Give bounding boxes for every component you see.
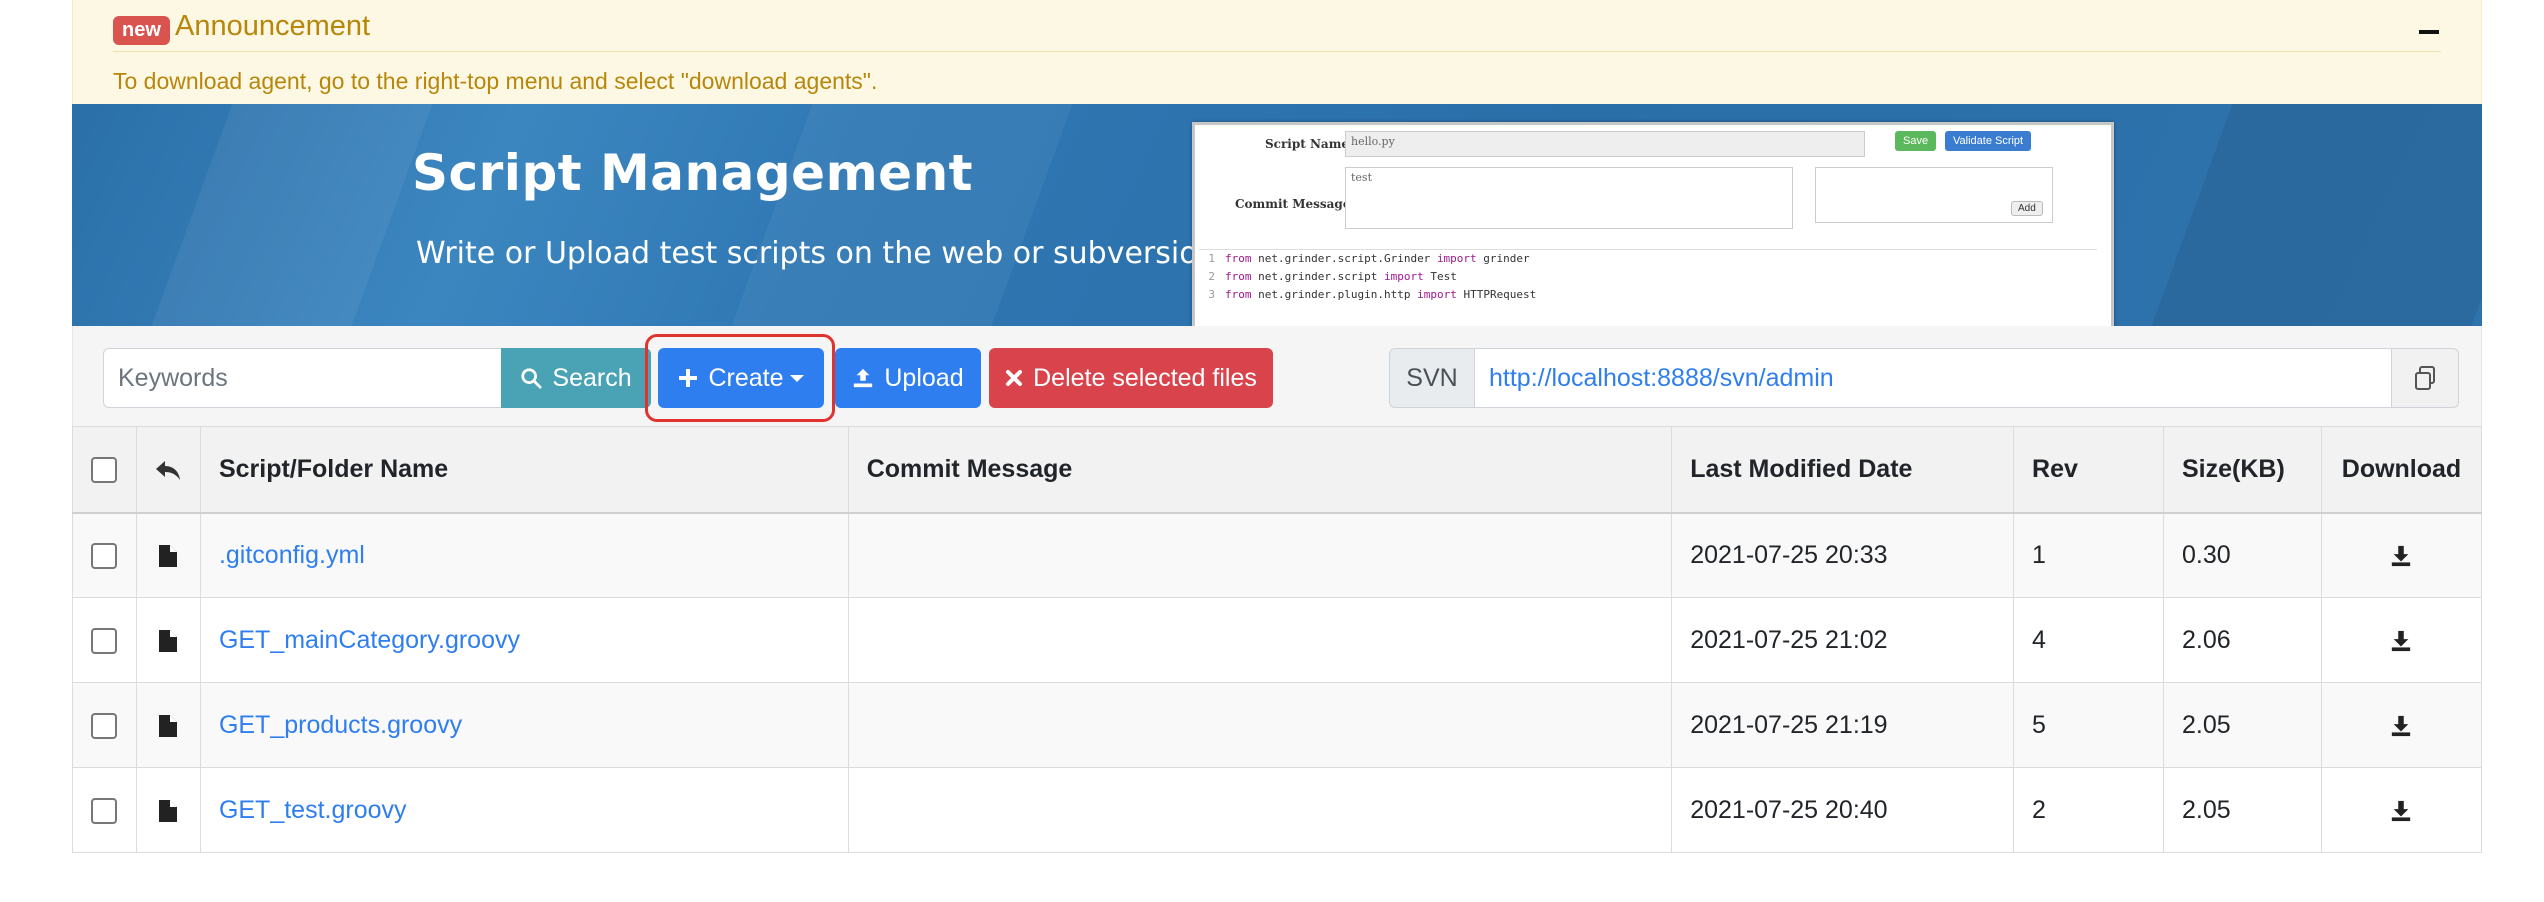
rev-cell: 4 [2013, 597, 2164, 683]
plus-icon [679, 369, 698, 387]
search-button[interactable]: Search [501, 348, 651, 408]
download-icon[interactable] [2390, 545, 2412, 567]
rev-cell: 1 [2013, 512, 2164, 598]
download-icon[interactable] [2390, 630, 2412, 652]
date-cell: 2021-07-25 21:02 [1671, 597, 2015, 683]
script-toolbar: Search Create Upload Delete selected fil… [72, 326, 2482, 426]
select-all-cell [72, 426, 137, 514]
mock-validate-button: Validate Script [1945, 131, 2032, 151]
announcement-panel: new Announcement To download agent, go t… [72, 0, 2482, 104]
svn-label: SVN [1389, 348, 1475, 408]
size-cell: 2.05 [2162, 682, 2322, 768]
row-checkbox[interactable] [91, 712, 118, 739]
header-script-name[interactable]: Script/Folder Name [199, 426, 849, 514]
copy-url-button[interactable] [2391, 348, 2459, 408]
create-button-label: Create [708, 363, 784, 392]
script-name-cell: GET_mainCategory.groovy [199, 597, 849, 683]
header-size[interactable]: Size(KB) [2162, 426, 2322, 514]
mock-commit-area: test [1345, 167, 1793, 229]
select-all-checkbox[interactable] [91, 457, 118, 484]
svn-url-field[interactable]: http://localhost:8888/svn/admin [1474, 348, 2392, 408]
rev-cell: 2 [2013, 767, 2164, 853]
announcement-header: new Announcement [113, 6, 2441, 52]
header-last-modified[interactable]: Last Modified Date [1671, 426, 2015, 514]
mock-add-button: Add [2011, 201, 2043, 216]
banner-subtitle: Write or Upload test scripts on the web … [416, 236, 1217, 271]
keywords-search-input[interactable] [103, 348, 501, 408]
editor-preview-image: Script Name hello.py Save Validate Scrip… [1192, 122, 2114, 326]
file-icon [159, 714, 178, 737]
row-checkbox[interactable] [91, 627, 118, 654]
script-link[interactable]: GET_mainCategory.groovy [219, 626, 520, 654]
script-name-cell: GET_products.groovy [199, 682, 849, 768]
upload-button-label: Upload [884, 363, 964, 392]
download-icon[interactable] [2390, 715, 2412, 737]
file-icon [159, 629, 178, 652]
search-icon [521, 368, 542, 389]
delete-selected-button[interactable]: Delete selected files [989, 348, 1273, 408]
commit-message-cell [847, 767, 1673, 853]
script-link[interactable]: GET_test.groovy [219, 796, 407, 824]
chevron-down-icon [789, 374, 804, 382]
upload-button[interactable]: Upload [835, 348, 981, 408]
download-icon[interactable] [2390, 800, 2412, 822]
table-row: GET_mainCategory.groovy 2021-07-25 21:02… [72, 597, 2483, 683]
table-header-row: Script/Folder Name Commit Message Last M… [72, 426, 2483, 514]
date-cell: 2021-07-25 21:19 [1671, 682, 2015, 768]
date-cell: 2021-07-25 20:40 [1671, 767, 2015, 853]
announcement-title: Announcement [175, 10, 371, 42]
table-row: .gitconfig.yml 2021-07-25 20:33 1 0.30 [72, 512, 2483, 598]
banner-title: Script Management [412, 144, 974, 202]
row-checkbox[interactable] [91, 543, 118, 570]
script-name-cell: .gitconfig.yml [199, 512, 849, 598]
table-row: GET_test.groovy 2021-07-25 20:40 2 2.05 [72, 767, 2483, 853]
size-cell: 2.05 [2162, 767, 2322, 853]
script-link[interactable]: GET_products.groovy [219, 711, 462, 739]
commit-message-cell [847, 512, 1673, 598]
commit-message-cell [847, 682, 1673, 768]
mock-code-editor: 1 from net.grinder.script.Grinder import … [1199, 249, 2097, 326]
size-cell: 0.30 [2162, 512, 2322, 598]
table-row: GET_products.groovy 2021-07-25 21:19 5 2… [72, 682, 2483, 768]
mock-script-name-input: hello.py [1345, 131, 1865, 157]
script-management-banner: Script Management Write or Upload test s… [72, 104, 2482, 326]
announcement-text: To download agent, go to the right-top m… [113, 68, 878, 94]
script-table: Script/Folder Name Commit Message Last M… [72, 426, 2483, 853]
file-icon [159, 545, 178, 568]
search-button-label: Search [552, 363, 632, 392]
new-badge: new [113, 16, 170, 45]
header-rev: Rev [2013, 426, 2164, 514]
header-commit-message: Commit Message [847, 426, 1673, 514]
commit-message-cell [847, 597, 1673, 683]
script-link[interactable]: .gitconfig.yml [219, 541, 365, 569]
rev-cell: 5 [2013, 682, 2164, 768]
times-icon [1006, 370, 1023, 386]
reply-icon[interactable] [155, 459, 181, 481]
script-name-cell: GET_test.groovy [199, 767, 849, 853]
code-line: 3 from net.grinder.plugin.http import HTT… [1208, 288, 1537, 301]
file-icon [159, 799, 178, 822]
mock-commit-label: Commit Message [1235, 197, 1351, 211]
code-line: 2 from net.grinder.script import Test [1208, 270, 1457, 283]
create-dropdown-button[interactable]: Create [658, 348, 824, 408]
date-cell: 2021-07-25 20:33 [1671, 512, 2015, 598]
copy-icon [2415, 366, 2435, 390]
row-checkbox[interactable] [91, 797, 118, 824]
size-cell: 2.06 [2162, 597, 2322, 683]
mock-script-name-label: Script Name [1265, 137, 1350, 151]
mock-save-button: Save [1895, 131, 1937, 151]
back-cell [135, 426, 201, 514]
header-download: Download [2320, 426, 2483, 514]
minus-icon[interactable] [2419, 30, 2439, 34]
upload-icon [854, 368, 873, 388]
code-line: 1 from net.grinder.script.Grinder import … [1208, 252, 1530, 265]
delete-button-label: Delete selected files [1033, 363, 1257, 392]
